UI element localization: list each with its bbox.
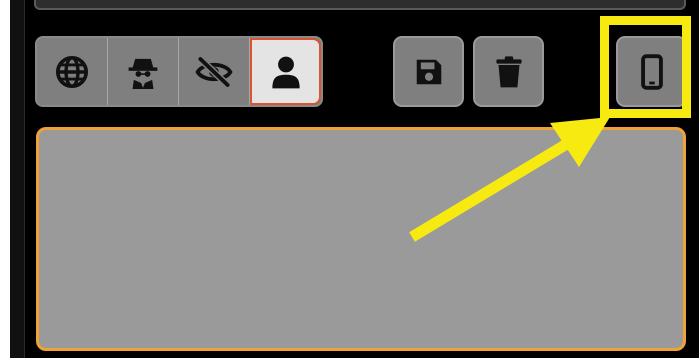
eye-slash-icon [195,56,233,87]
mode-button-incognito[interactable] [108,38,179,105]
mode-button-public[interactable] [37,38,108,105]
spy-icon [128,58,158,89]
save-button[interactable] [393,36,464,107]
content-area[interactable] [36,127,686,351]
globe-icon [55,55,89,88]
trash-icon [495,55,522,87]
annotation-highlight-box [600,16,691,118]
delete-button[interactable] [473,36,544,107]
left-edge-bar [10,0,25,358]
mode-button-hidden[interactable] [179,38,250,105]
mode-button-personal[interactable] [250,38,321,105]
visibility-mode-group [35,36,323,107]
user-icon [271,56,300,88]
top-input-strip[interactable] [34,0,686,10]
save-icon [416,59,441,84]
